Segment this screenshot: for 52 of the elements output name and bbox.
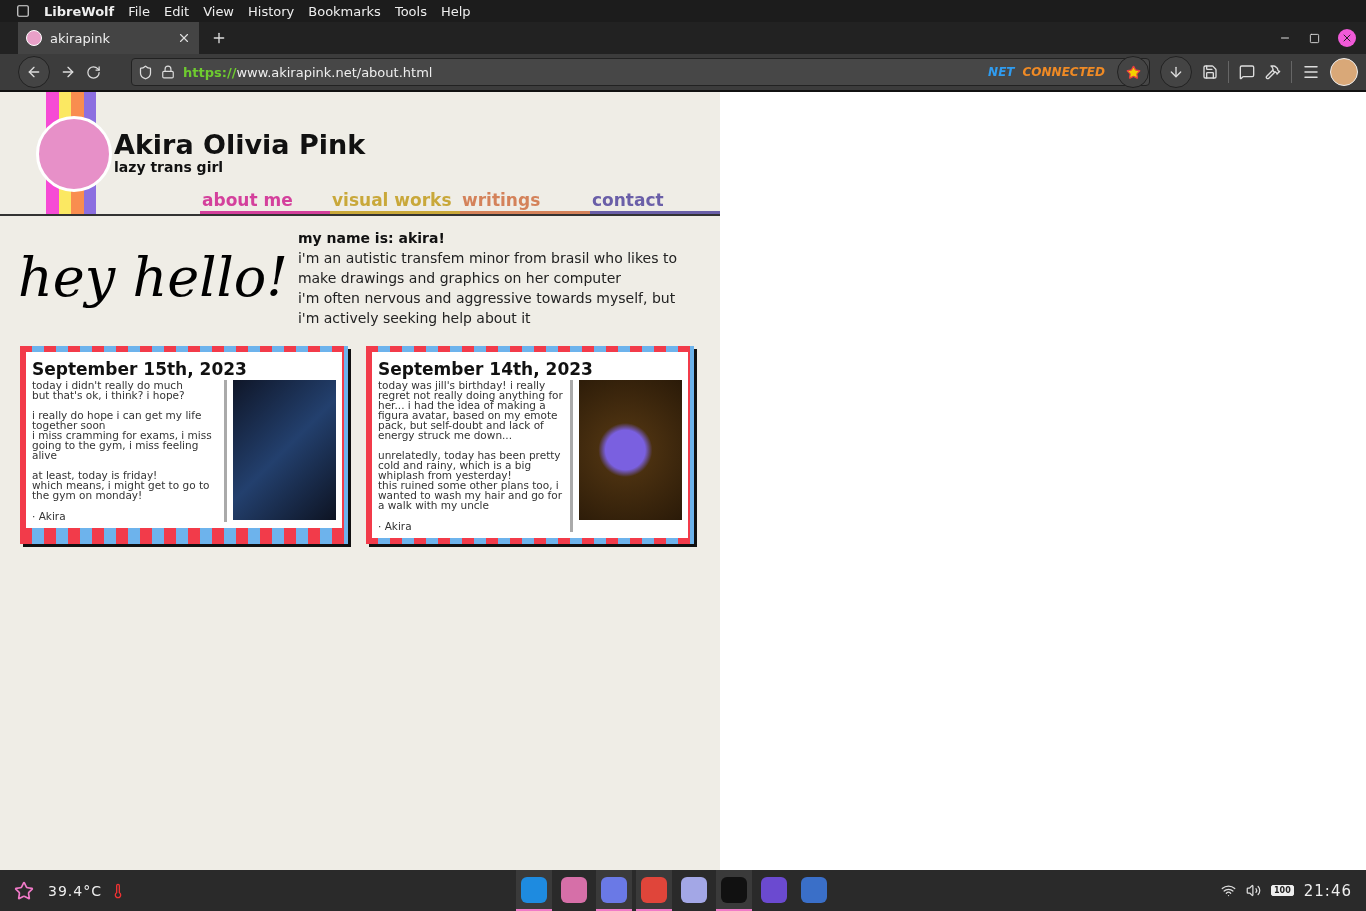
shield-icon[interactable] bbox=[138, 64, 153, 80]
profile-avatar[interactable] bbox=[1330, 58, 1358, 86]
post-signature: · Akira bbox=[32, 510, 67, 522]
browser-tab[interactable]: akirapink bbox=[18, 22, 199, 54]
speech-bubble-icon[interactable] bbox=[1239, 64, 1255, 80]
post-signature: · Akira bbox=[378, 520, 413, 532]
hammer-icon[interactable] bbox=[1265, 64, 1281, 80]
avatar-icon bbox=[26, 30, 42, 46]
post-date: September 15th, 2023 bbox=[32, 358, 248, 380]
volume-icon[interactable] bbox=[1246, 883, 1262, 898]
taskbar-app[interactable] bbox=[635, 870, 672, 911]
menu-item[interactable]: View bbox=[203, 3, 234, 19]
close-tab-icon[interactable] bbox=[177, 31, 191, 45]
taskbar-app[interactable] bbox=[515, 870, 552, 911]
download-icon[interactable] bbox=[1160, 56, 1192, 88]
save-icon[interactable] bbox=[1202, 64, 1218, 80]
menu-icon[interactable] bbox=[1302, 63, 1320, 81]
reload-icon[interactable] bbox=[86, 64, 101, 80]
forward-icon[interactable] bbox=[60, 64, 76, 80]
menu-item[interactable]: File bbox=[128, 3, 150, 19]
clock: 21:46 bbox=[1303, 881, 1352, 900]
greeting-heading: hey hello! bbox=[18, 245, 288, 311]
site-tagline: lazy trans girl bbox=[114, 160, 225, 174]
nav-link[interactable]: about me bbox=[200, 189, 330, 214]
post-text: today i didn't really do much but that's ok, i think? i hope? bbox=[32, 380, 186, 400]
taskbar-app[interactable] bbox=[715, 870, 752, 911]
site-title: Akira Olivia Pink bbox=[114, 130, 367, 160]
app-name: LibreWolf bbox=[44, 3, 115, 19]
taskbar-app[interactable] bbox=[595, 870, 632, 911]
temperature-label: 39.4°C bbox=[48, 882, 102, 899]
menu-item[interactable]: Tools bbox=[394, 3, 427, 19]
battery-indicator[interactable]: 100 bbox=[1271, 885, 1294, 896]
intro-text: i'm often nervous and aggressive towards myself, but i'm actively seeking help about it bbox=[297, 289, 677, 328]
window-icon bbox=[16, 4, 30, 18]
lock-icon[interactable] bbox=[161, 65, 175, 79]
post-date: September 14th, 2023 bbox=[378, 358, 594, 380]
address-field[interactable]: https://www.akirapink.net/about.html NET CONNECTED bbox=[131, 58, 1150, 86]
post-text: unrelatedly, today has been pretty cold and rainy, which is a big whiplash from yesterday! this ruined some other plans too, i wanted to wash my hair and go for a walk with my uncle bbox=[378, 450, 564, 510]
intro-heading: my name is: akira! bbox=[297, 229, 446, 248]
menu-item[interactable]: Edit bbox=[163, 3, 190, 19]
close-icon[interactable] bbox=[1338, 29, 1356, 47]
maximize-icon[interactable] bbox=[1309, 32, 1320, 44]
extension-label: NET bbox=[988, 65, 1015, 79]
menu-item[interactable]: History bbox=[248, 3, 295, 19]
back-icon[interactable] bbox=[18, 56, 50, 88]
wifi-icon[interactable] bbox=[1221, 883, 1237, 898]
post-text: i really do hope i can get my life together soon i miss cramming for exams, i miss going to the gym, i miss feeling alive bbox=[32, 410, 213, 460]
menu-item[interactable]: Help bbox=[440, 3, 471, 19]
post-text: at least, today is friday! which means, i might get to go to the gym on monday! bbox=[32, 470, 211, 500]
menu-item[interactable]: Bookmarks bbox=[308, 3, 381, 19]
post-text: today was jill's birthday! i really regret not really doing anything for her... i had the idea of making a figura avatar, based on my emote pack, but self-doubt and lack of energy struck me down... bbox=[378, 380, 564, 440]
extension-label: CONNECTED bbox=[1022, 65, 1105, 79]
